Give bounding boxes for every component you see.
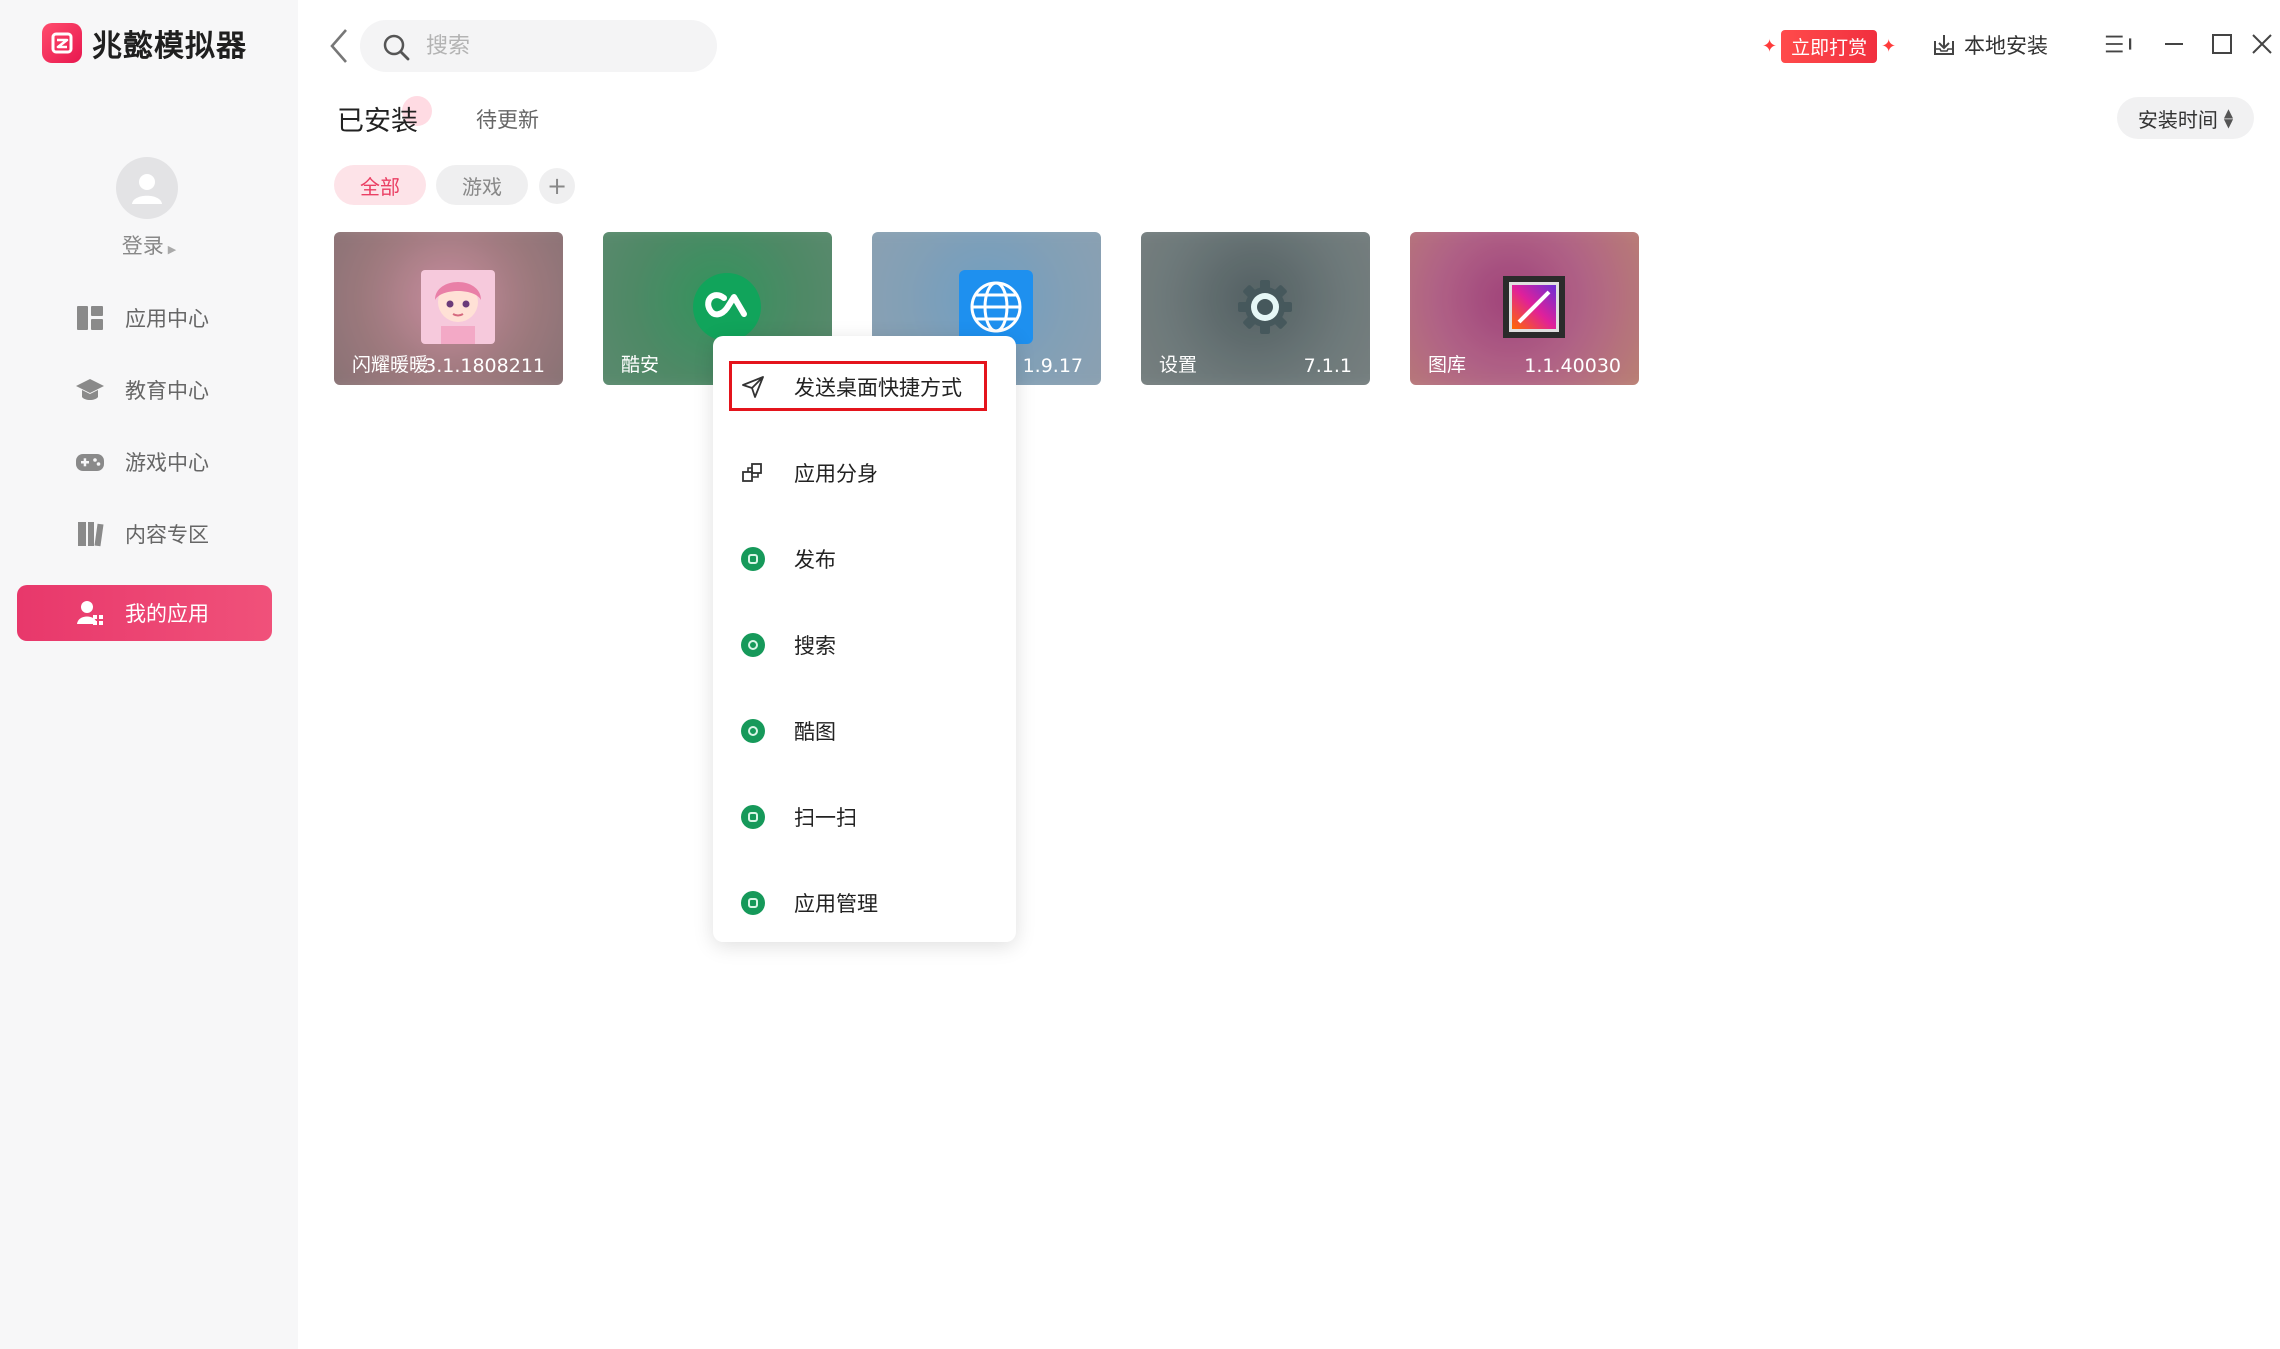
globe-icon	[959, 270, 1033, 344]
sidebar-item-content-zone[interactable]: 内容专区	[17, 506, 272, 562]
add-filter-button[interactable]: +	[539, 168, 575, 204]
tab-installed[interactable]: 已安装	[337, 99, 418, 138]
app-card-gallery[interactable]: 图库 1.1.40030	[1410, 232, 1639, 385]
coolapk-icon	[690, 270, 764, 344]
app-center-icon	[77, 306, 103, 330]
menu-item-label: 应用分身	[794, 462, 878, 486]
menu-item-search[interactable]: 搜索	[713, 616, 1016, 674]
sort-caret-icon: ▲ ▼	[2223, 106, 2234, 130]
gallery-icon	[1497, 270, 1571, 344]
app-name: 闪耀暖暖	[352, 354, 429, 376]
sidebar-item-education[interactable]: 教育中心	[17, 362, 272, 418]
reward-area[interactable]: ✦ 立即打赏 ✦	[1762, 30, 1896, 63]
clone-icon	[741, 461, 765, 485]
maximize-icon	[2212, 34, 2232, 54]
login-link[interactable]: 登录 ▶	[0, 230, 298, 260]
local-install-button[interactable]: 本地安装	[1932, 30, 2048, 60]
reward-button[interactable]: 立即打赏	[1781, 30, 1878, 63]
filter-all[interactable]: 全部	[334, 165, 426, 205]
brand: 兆懿模拟器	[42, 20, 247, 66]
search-icon	[741, 633, 765, 657]
sidebar-item-label: 教育中心	[125, 379, 209, 403]
sort-label: 安装时间	[2137, 107, 2218, 132]
local-install-label: 本地安装	[1964, 34, 2048, 58]
user-avatar-icon	[132, 174, 162, 204]
menu-item-publish[interactable]: 发布	[713, 530, 1016, 588]
books-icon	[78, 522, 104, 547]
menu-item-coolpic[interactable]: 酷图	[713, 702, 1016, 760]
shining-nikki-icon	[421, 270, 495, 344]
app-manage-icon	[741, 891, 765, 915]
login-label: 登录	[121, 234, 164, 258]
close-button[interactable]	[2248, 30, 2276, 58]
brand-name: 兆懿模拟器	[92, 29, 247, 64]
menu-item-label: 酷图	[794, 720, 836, 744]
menu-item-scan[interactable]: 扫一扫	[713, 788, 1016, 846]
app-version: 1.9.17	[1022, 355, 1083, 377]
app-version: 1.1.40030	[1524, 355, 1621, 377]
close-icon	[2252, 34, 2272, 54]
menu-item-app-manage[interactable]: 应用管理	[713, 874, 1016, 932]
back-button[interactable]	[324, 26, 354, 66]
avatar[interactable]	[116, 157, 178, 219]
gamepad-icon	[76, 454, 104, 471]
app-card-shining-nikki[interactable]: 闪耀暖暖 3.1.1808211	[334, 232, 563, 385]
sidebar-item-label: 游戏中心	[125, 451, 209, 475]
menu-button[interactable]	[2104, 30, 2132, 58]
chevron-left-icon	[330, 29, 347, 63]
sidebar-item-my-apps[interactable]: 我的应用	[17, 585, 272, 641]
install-tray-icon	[1934, 35, 1954, 55]
highlight-box	[729, 361, 987, 411]
app-name: 酷安	[621, 354, 660, 376]
minimize-icon	[2165, 43, 2183, 45]
search-icon	[383, 34, 410, 61]
menu-item-label: 发布	[794, 548, 836, 572]
scan-icon	[741, 805, 765, 829]
caret-right-icon: ▶	[167, 243, 177, 256]
sidebar-item-label: 我的应用	[125, 602, 209, 626]
context-menu: 发送桌面快捷方式 应用分身 发布 搜索 酷图 扫一扫 应用管理	[713, 336, 1016, 942]
search-input[interactable]	[426, 33, 696, 59]
menu-item-label: 搜索	[794, 634, 836, 658]
maximize-button[interactable]	[2208, 30, 2236, 58]
sidebar-item-label: 内容专区	[125, 523, 209, 547]
sort-dropdown[interactable]: 安装时间 ▲ ▼	[2117, 97, 2254, 139]
brand-logo-icon	[42, 23, 82, 63]
app-name: 设置	[1159, 354, 1198, 376]
user-apps-icon	[77, 601, 103, 625]
sidebar: 兆懿模拟器 登录 ▶ 应用中心 教育中心 游戏中心 内容专区 我的应用	[0, 0, 298, 1349]
hamburger-menu-icon	[2105, 35, 2132, 53]
sparkle-icon: ✦	[1762, 36, 1778, 57]
sidebar-item-app-center[interactable]: 应用中心	[17, 290, 272, 346]
sparkle-icon: ✦	[1881, 36, 1897, 57]
app-card-settings[interactable]: 设置 7.1.1	[1141, 232, 1370, 385]
app-version: 3.1.1808211	[424, 355, 545, 377]
minimize-button[interactable]	[2160, 30, 2188, 58]
settings-gear-icon	[1228, 270, 1302, 344]
app-version: 7.1.1	[1303, 355, 1352, 377]
filter-games[interactable]: 游戏	[436, 165, 528, 205]
publish-icon	[741, 547, 765, 571]
search-box[interactable]	[360, 20, 717, 72]
menu-item-app-clone[interactable]: 应用分身	[713, 444, 1016, 502]
menu-item-label: 应用管理	[794, 892, 878, 916]
tab-updates[interactable]: 待更新	[476, 104, 539, 134]
sidebar-item-game-center[interactable]: 游戏中心	[17, 434, 272, 490]
graduation-cap-icon	[76, 379, 104, 400]
coolpic-icon	[741, 719, 765, 743]
sidebar-item-label: 应用中心	[125, 307, 209, 331]
menu-item-label: 扫一扫	[794, 806, 857, 830]
app-name: 图库	[1428, 354, 1467, 376]
